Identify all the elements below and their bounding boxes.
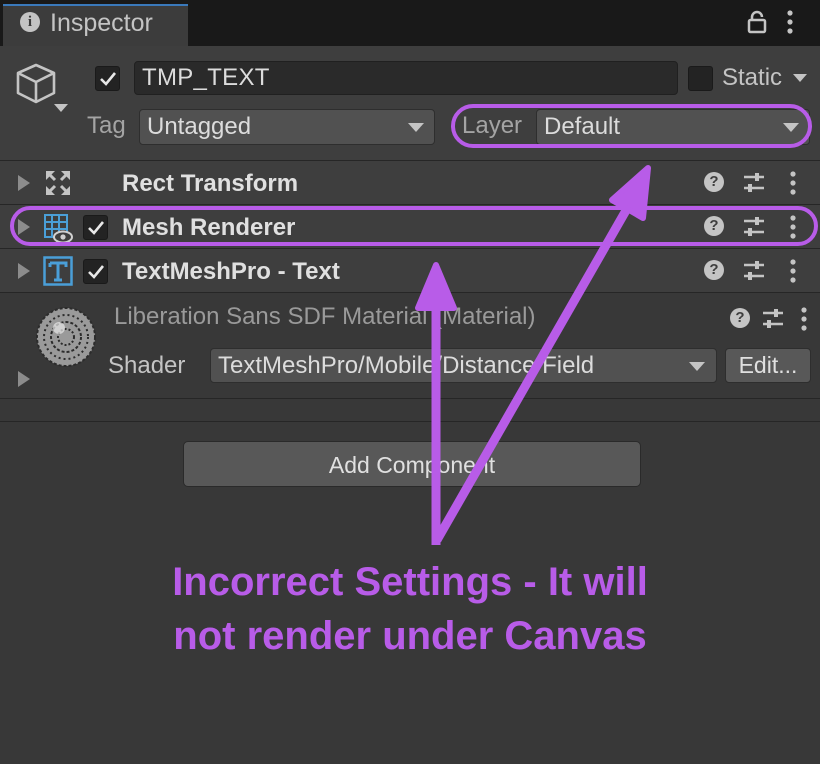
annotation-line-2: not render under Canvas <box>173 614 647 658</box>
annotation-line-1: Incorrect Settings - It will <box>172 560 648 604</box>
